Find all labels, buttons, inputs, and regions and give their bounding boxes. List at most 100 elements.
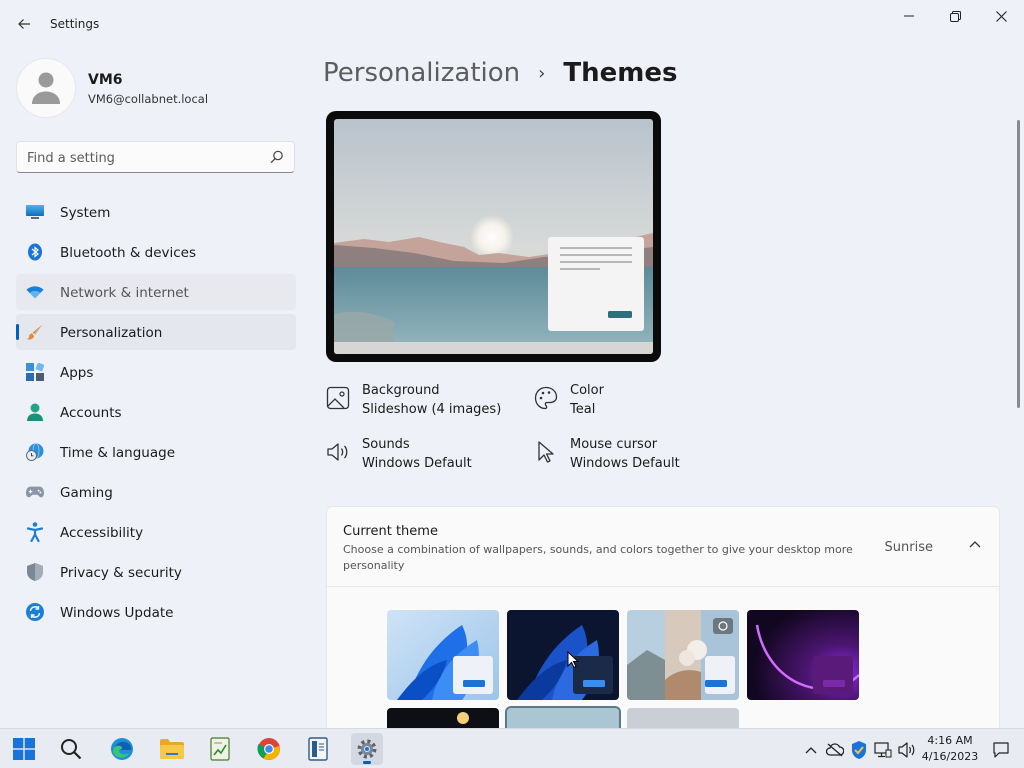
- sidebar-item-label: Network & internet: [60, 285, 189, 301]
- user-name: VM6: [88, 72, 123, 88]
- notifications-button[interactable]: [992, 741, 1010, 759]
- sidebar-item-personalization[interactable]: Personalization: [16, 314, 296, 350]
- sidebar-item-accessibility[interactable]: Accessibility: [16, 514, 296, 550]
- background-title: Background: [362, 383, 440, 398]
- background-setting[interactable]: Background Slideshow (4 images): [326, 382, 526, 422]
- user-profile[interactable]: VM6 VM6@collabnet.local: [16, 58, 296, 118]
- search-box[interactable]: [16, 141, 295, 173]
- sidebar-item-label: Privacy & security: [60, 565, 182, 581]
- taskbar: 4:16 AM 4/16/2023: [0, 728, 1024, 768]
- gear-icon: [357, 739, 377, 759]
- sidebar-item-time-language[interactable]: Time & language: [16, 434, 296, 470]
- show-hidden-icons-button[interactable]: [802, 741, 820, 759]
- sidebar-item-windows-update[interactable]: Windows Update: [16, 594, 296, 630]
- tray-security[interactable]: [850, 741, 868, 759]
- notification-icon: [993, 742, 1009, 758]
- start-button[interactable]: [8, 733, 40, 765]
- user-avatar-icon: [32, 72, 60, 104]
- sidebar-item-privacy-security[interactable]: Privacy & security: [16, 554, 296, 590]
- user-email: VM6@collabnet.local: [88, 92, 209, 106]
- sidebar-item-bluetooth[interactable]: Bluetooth & devices: [16, 234, 296, 270]
- bluetooth-icon: [26, 243, 44, 261]
- back-arrow-icon: [18, 19, 30, 29]
- sidebar-item-label: System: [60, 205, 111, 221]
- theme-thumbnail-spotlight[interactable]: [627, 610, 739, 700]
- restore-icon: [949, 10, 961, 22]
- color-title: Color: [570, 383, 604, 398]
- accessibility-icon: [26, 522, 44, 542]
- page-title: Themes: [563, 58, 678, 88]
- color-value: Teal: [570, 402, 596, 417]
- clock-date: 4/16/2023: [921, 750, 979, 763]
- theme-thumbnail-glow[interactable]: [747, 610, 859, 700]
- search-icon: [61, 739, 82, 760]
- scrollbar[interactable]: [1017, 120, 1020, 408]
- chart-document-icon: [210, 737, 230, 761]
- gamepad-icon: [26, 483, 44, 501]
- globe-clock-icon: [26, 443, 44, 461]
- volume-icon: [898, 742, 915, 758]
- tray-onedrive[interactable]: [826, 741, 844, 759]
- edge-icon: [111, 738, 133, 760]
- sidebar-item-system[interactable]: System: [16, 194, 296, 230]
- sidebar-item-label: Bluetooth & devices: [60, 245, 197, 261]
- sidebar-item-accounts[interactable]: Accounts: [16, 394, 296, 430]
- current-theme-card: Current theme Choose a combination of wa…: [326, 506, 1000, 768]
- taskbar-file-explorer[interactable]: [156, 733, 188, 765]
- sidebar-item-network[interactable]: Network & internet: [16, 274, 296, 310]
- tray-volume[interactable]: [898, 741, 916, 759]
- search-input[interactable]: [27, 148, 267, 168]
- mouse-cursor-setting[interactable]: Mouse cursor Windows Default: [534, 436, 734, 476]
- current-theme-header[interactable]: Current theme Choose a combination of wa…: [327, 507, 999, 587]
- taskbar-clock[interactable]: 4:16 AM 4/16/2023: [918, 733, 982, 765]
- taskbar-chrome[interactable]: [253, 733, 285, 765]
- restore-button[interactable]: [932, 0, 978, 32]
- sidebar-nav: System Bluetooth & devices Network & int…: [16, 194, 296, 634]
- sidebar-item-label: Personalization: [60, 325, 163, 341]
- theme-preview: [326, 111, 661, 362]
- windows-logo-icon: [13, 738, 35, 760]
- chevron-up-icon[interactable]: [969, 540, 981, 548]
- wifi-icon: [26, 283, 44, 301]
- title-bar: Settings: [0, 0, 1024, 48]
- current-theme-title: Current theme: [343, 524, 438, 539]
- person-icon: [26, 403, 44, 421]
- chevron-up-icon: [805, 747, 817, 754]
- sidebar-item-apps[interactable]: Apps: [16, 354, 296, 390]
- current-theme-value: Sunrise: [884, 540, 933, 555]
- taskbar-edge[interactable]: [106, 733, 138, 765]
- sidebar-item-label: Apps: [60, 365, 94, 381]
- back-button[interactable]: [8, 8, 40, 40]
- sidebar-item-label: Windows Update: [60, 605, 174, 621]
- color-setting[interactable]: Color Teal: [534, 382, 734, 422]
- close-icon: [995, 10, 1007, 22]
- paintbrush-icon: [26, 323, 44, 341]
- breadcrumb-separator: ›: [538, 62, 546, 84]
- sidebar-item-gaming[interactable]: Gaming: [16, 474, 296, 510]
- minimize-button[interactable]: [886, 0, 932, 32]
- sounds-setting[interactable]: Sounds Windows Default: [326, 436, 526, 476]
- taskbar-reader[interactable]: [302, 733, 334, 765]
- speaker-icon: [327, 443, 348, 461]
- taskbar-notepad-chart[interactable]: [204, 733, 236, 765]
- breadcrumb: Personalization › Themes: [323, 58, 677, 88]
- cloud-offline-icon: [826, 743, 844, 757]
- shield-icon: [26, 563, 44, 581]
- taskbar-search-button[interactable]: [55, 733, 87, 765]
- sidebar-item-label: Time & language: [60, 445, 176, 461]
- current-theme-description: Choose a combination of wallpapers, soun…: [343, 543, 853, 572]
- mouse-cursor-icon: [538, 441, 554, 463]
- apps-icon: [26, 363, 44, 381]
- taskbar-settings[interactable]: [351, 733, 383, 765]
- mouse-cursor-title: Mouse cursor: [570, 437, 658, 452]
- update-icon: [26, 603, 44, 621]
- theme-thumbnail-windows-light[interactable]: [387, 610, 499, 700]
- sounds-title: Sounds: [362, 437, 410, 452]
- breadcrumb-parent[interactable]: Personalization: [323, 58, 520, 88]
- palette-icon: [534, 386, 558, 410]
- tray-network[interactable]: [874, 741, 892, 759]
- close-button[interactable]: [978, 0, 1024, 32]
- theme-thumbnail-windows-dark[interactable]: [507, 610, 619, 700]
- search-icon[interactable]: [270, 150, 284, 164]
- preview-wallpaper: [334, 119, 653, 354]
